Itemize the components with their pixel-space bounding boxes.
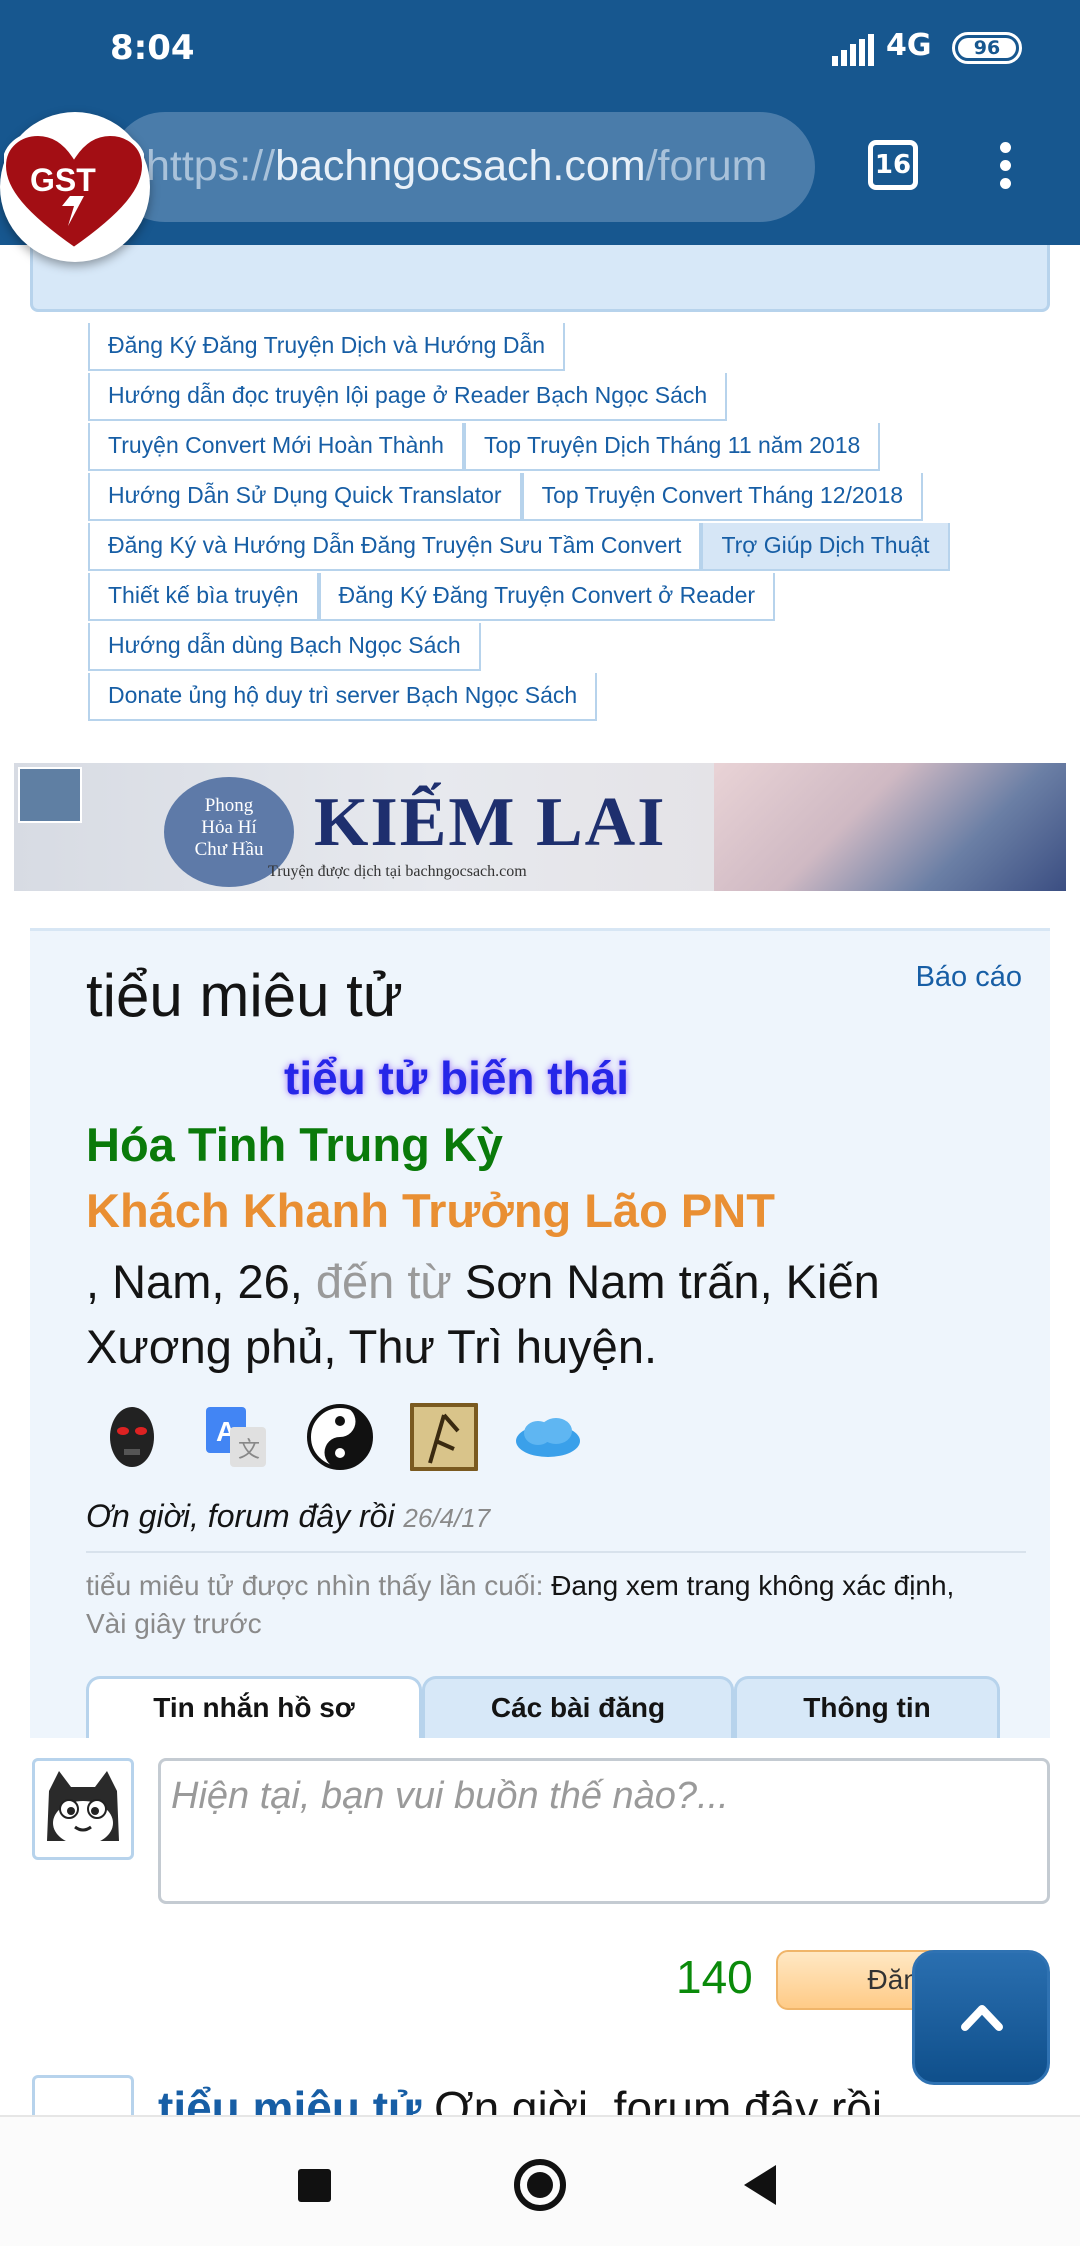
network-type: 4G	[886, 28, 932, 63]
chevron-up-icon	[961, 2005, 1003, 2031]
post-preview: tiểu miêu tử Ơn giời, forum đây rồi	[158, 2081, 882, 2115]
url-text: https://bachngocsach.com/forum	[146, 142, 768, 190]
tab-switcher-button[interactable]: 16	[868, 140, 918, 190]
composer-section: Hiện tại, bạn vui buồn thế nào?... 140 Đ…	[0, 245, 1080, 2115]
gst-label: GST	[30, 162, 96, 198]
next-profile-post: tiểu miêu tử Ơn giời, forum đây rồi	[30, 2075, 1050, 2115]
scroll-to-top-button[interactable]	[912, 1950, 1050, 2085]
back-icon[interactable]	[744, 2165, 776, 2205]
gst-floating-button[interactable]: GST	[0, 112, 152, 280]
url-bar[interactable]: https://bachngocsach.com/forum	[110, 112, 815, 222]
cat-avatar-icon	[47, 1771, 119, 1845]
status-bar: 8:04 4G 96	[0, 0, 1080, 100]
battery-level: 96	[958, 38, 1016, 58]
battery-icon: 96	[952, 32, 1022, 64]
status-time: 8:04	[110, 28, 195, 68]
signal-icon	[832, 34, 874, 66]
system-nav-bar	[0, 2115, 1080, 2246]
char-counter: 140	[676, 1951, 753, 2003]
status-input[interactable]: Hiện tại, bạn vui buồn thế nào?...	[158, 1758, 1050, 1904]
post-author-link[interactable]: tiểu miêu tử	[158, 2082, 421, 2115]
recents-icon[interactable]	[298, 2169, 331, 2202]
avatar[interactable]	[32, 1758, 134, 1860]
home-icon[interactable]	[514, 2159, 566, 2211]
post-avatar[interactable]	[32, 2075, 134, 2115]
status-composer: Hiện tại, bạn vui buồn thế nào?... 140 Đ…	[30, 1738, 1050, 2115]
more-options-icon[interactable]	[990, 142, 1020, 192]
browser-toolbar: https://bachngocsach.com/forum 16	[0, 100, 1080, 245]
